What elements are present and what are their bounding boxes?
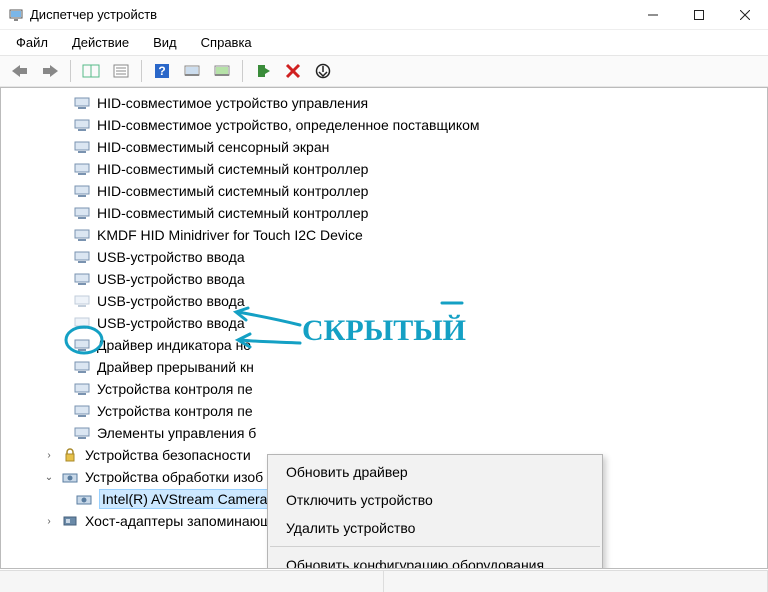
properties-button[interactable]	[107, 59, 135, 83]
hid-device-icon	[73, 139, 91, 155]
hid-device-icon	[73, 381, 91, 397]
app-icon	[8, 7, 24, 23]
hid-device-icon	[73, 227, 91, 243]
device-item[interactable]: HID-совместимое устройство, определенное…	[1, 114, 767, 136]
svg-text:?: ?	[158, 64, 165, 78]
device-item[interactable]: HID-совместимый системный контроллер	[1, 158, 767, 180]
enable-device-button[interactable]	[249, 59, 277, 83]
menu-view[interactable]: Вид	[143, 32, 187, 53]
ctx-uninstall-device[interactable]: Удалить устройство	[268, 514, 602, 542]
toolbar: ?	[0, 55, 768, 87]
maximize-button[interactable]	[676, 0, 722, 30]
device-label: Драйвер прерываний кн	[97, 358, 254, 376]
device-item[interactable]: USB-устройство ввода	[1, 246, 767, 268]
hid-device-icon	[73, 271, 91, 287]
hid-device-icon	[73, 183, 91, 199]
device-item[interactable]: Устройства контроля пе	[1, 400, 767, 422]
hid-device-icon	[73, 315, 91, 331]
device-label: KMDF HID Minidriver for Touch I2C Device	[97, 226, 363, 244]
device-item[interactable]: KMDF HID Minidriver for Touch I2C Device	[1, 224, 767, 246]
hid-device-icon	[73, 117, 91, 133]
menu-bar: Файл Действие Вид Справка	[0, 30, 768, 55]
device-item[interactable]: Элементы управления б	[1, 422, 767, 444]
scan-hardware-button[interactable]	[178, 59, 206, 83]
ctx-separator	[270, 546, 600, 547]
device-label: USB-устройство ввода	[97, 248, 245, 266]
hid-device-icon	[73, 205, 91, 221]
device-item[interactable]: USB-устройство ввода	[1, 268, 767, 290]
uninstall-device-button[interactable]	[279, 59, 307, 83]
context-menu: Обновить драйвер Отключить устройство Уд…	[267, 454, 603, 569]
window-title: Диспетчер устройств	[30, 7, 157, 22]
device-label: USB-устройство ввода	[97, 314, 245, 332]
title-bar: Диспетчер устройств	[0, 0, 768, 30]
device-item[interactable]: HID-совместимый сенсорный экран	[1, 136, 767, 158]
hid-device-icon	[73, 337, 91, 353]
ctx-disable-device[interactable]: Отключить устройство	[268, 486, 602, 514]
disable-device-button[interactable]	[309, 59, 337, 83]
device-item-hidden[interactable]: USB-устройство ввода	[1, 290, 767, 312]
ctx-scan-hardware[interactable]: Обновить конфигурацию оборудования	[268, 551, 602, 569]
toolbar-sep	[70, 60, 71, 82]
help-button[interactable]: ?	[148, 59, 176, 83]
device-item[interactable]: HID-совместимый системный контроллер	[1, 202, 767, 224]
forward-button[interactable]	[36, 59, 64, 83]
hid-device-icon	[73, 359, 91, 375]
device-label: Устройства контроля пе	[97, 402, 253, 420]
camera-icon	[75, 491, 93, 507]
device-label: HID-совместимый системный контроллер	[97, 182, 368, 200]
menu-file[interactable]: Файл	[6, 32, 58, 53]
security-category-icon	[61, 447, 79, 463]
device-label: Драйвер индикатора но	[97, 336, 251, 354]
back-button[interactable]	[6, 59, 34, 83]
device-item-hidden[interactable]: USB-устройство ввода	[1, 312, 767, 334]
show-hide-console-button[interactable]	[77, 59, 105, 83]
toolbar-sep	[141, 60, 142, 82]
device-item[interactable]: Драйвер индикатора но	[1, 334, 767, 356]
hid-device-icon	[73, 95, 91, 111]
device-label: HID-совместимое устройство управления	[97, 94, 368, 112]
menu-help[interactable]: Справка	[191, 32, 262, 53]
device-label: HID-совместимое устройство, определенное…	[97, 116, 480, 134]
hid-device-icon	[73, 161, 91, 177]
device-label: HID-совместимый системный контроллер	[97, 160, 368, 178]
expand-collapse-icon[interactable]: ⌄	[43, 472, 55, 483]
category-label: Устройства обработки изоб	[85, 468, 263, 486]
toolbar-sep	[242, 60, 243, 82]
expand-collapse-icon[interactable]: ›	[43, 450, 55, 461]
imaging-category-icon	[61, 469, 79, 485]
device-label: USB-устройство ввода	[97, 292, 245, 310]
hid-device-icon	[73, 425, 91, 441]
storage-category-icon	[61, 513, 79, 529]
device-label: HID-совместимый сенсорный экран	[97, 138, 329, 156]
expand-collapse-icon[interactable]: ›	[43, 516, 55, 527]
device-label: USB-устройство ввода	[97, 270, 245, 288]
device-label: Элементы управления б	[97, 424, 256, 442]
hid-device-icon	[73, 249, 91, 265]
category-label: Устройства безопасности	[85, 446, 251, 464]
device-item[interactable]: Устройства контроля пе	[1, 378, 767, 400]
close-button[interactable]	[722, 0, 768, 30]
device-tree-panel: HID-совместимое устройство управления HI…	[0, 87, 768, 569]
device-item[interactable]: HID-совместимый системный контроллер	[1, 180, 767, 202]
minimize-button[interactable]	[630, 0, 676, 30]
update-driver-button[interactable]	[208, 59, 236, 83]
device-label: HID-совместимый системный контроллер	[97, 204, 368, 222]
hid-device-icon	[73, 403, 91, 419]
device-label: Устройства контроля пе	[97, 380, 253, 398]
device-item[interactable]: Драйвер прерываний кн	[1, 356, 767, 378]
hid-device-icon	[73, 293, 91, 309]
device-label: Intel(R) AVStream Camera	[99, 489, 270, 509]
device-item[interactable]: HID-совместимое устройство управления	[1, 92, 767, 114]
ctx-update-driver[interactable]: Обновить драйвер	[268, 458, 602, 486]
menu-action[interactable]: Действие	[62, 32, 139, 53]
status-bar	[0, 570, 768, 592]
